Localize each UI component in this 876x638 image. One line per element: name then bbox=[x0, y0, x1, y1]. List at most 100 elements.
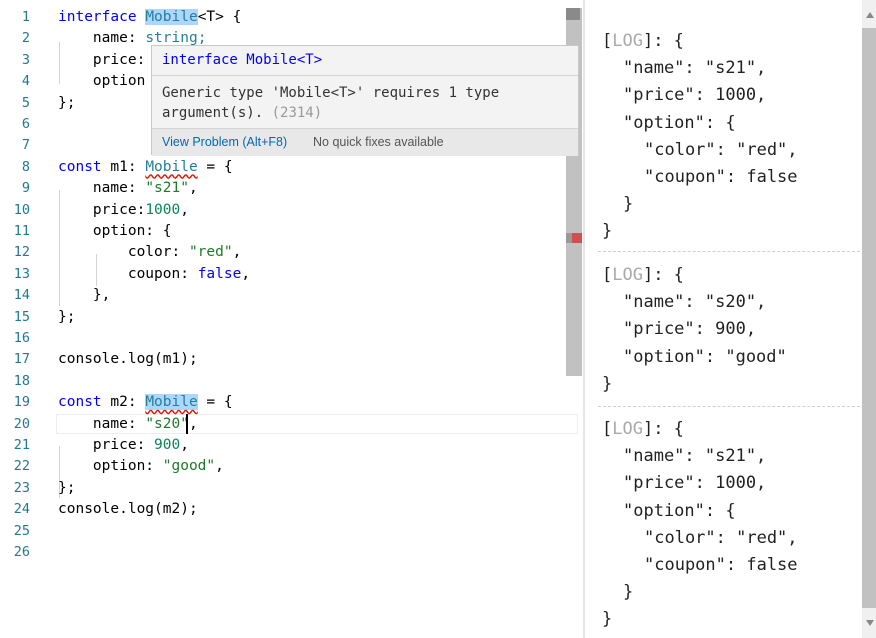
code-line[interactable]: }, bbox=[58, 285, 110, 306]
log-text: "option": "good" bbox=[623, 346, 787, 367]
code-line[interactable]: name: "s20", bbox=[58, 414, 198, 435]
scrollbar-position-marker bbox=[566, 8, 580, 20]
code-line[interactable]: price:1000, bbox=[58, 200, 189, 221]
code-token: name: bbox=[58, 30, 146, 47]
hover-status-bar: View Problem (Alt+F8) No quick fixes ava… bbox=[152, 129, 578, 156]
code-line[interactable]: }; bbox=[58, 478, 75, 499]
code-token: 1000 bbox=[145, 201, 181, 218]
code-token: , bbox=[188, 415, 198, 432]
log-line: "color": "red", bbox=[644, 525, 798, 552]
code-line[interactable]: const m2: Mobile = { bbox=[58, 392, 233, 413]
code-line[interactable]: coupon: false, bbox=[58, 264, 250, 285]
code-token: price: bbox=[58, 437, 155, 453]
code-line[interactable]: interface Mobile<T> { bbox=[58, 7, 241, 28]
code-token: 900 bbox=[154, 437, 181, 453]
log-text: "color": "red", bbox=[644, 139, 798, 160]
line-number: 11 bbox=[13, 223, 30, 239]
log-line: "option": "good" bbox=[623, 344, 787, 371]
log-text: } bbox=[623, 582, 634, 603]
log-line: "coupon": false bbox=[644, 552, 798, 579]
log-level-label: LOG bbox=[612, 265, 643, 285]
hover-error-message: Generic type 'Mobile<T>' requires 1 type… bbox=[162, 83, 562, 123]
log-text: "price": 900, bbox=[623, 319, 757, 340]
line-number: 1 bbox=[21, 9, 30, 25]
code-token: string; bbox=[145, 30, 207, 47]
code-token: option bbox=[58, 73, 146, 90]
code-token: "red" bbox=[188, 244, 233, 261]
code-line[interactable]: const m1: Mobile = { bbox=[58, 157, 233, 178]
code-line[interactable]: name: "s21", bbox=[58, 178, 198, 199]
code-token: <T> { bbox=[197, 9, 242, 25]
log-line: "price": 1000, bbox=[623, 470, 766, 497]
code-token: m1: bbox=[101, 158, 146, 175]
line-number: 21 bbox=[13, 437, 30, 453]
panel-divider[interactable] bbox=[583, 0, 585, 638]
line-number-gutter: 1 2 3 4 5 6 7 8 9 10 11 12 13 14 15 16 17 18 19 20 21 22 23 24 2… bbox=[0, 0, 38, 638]
log-line: "coupon": false bbox=[644, 164, 798, 191]
code-token: = { bbox=[197, 394, 233, 411]
log-text: [ bbox=[602, 31, 613, 51]
code-line[interactable]: console.log(m1); bbox=[58, 349, 198, 370]
log-text: ]: { bbox=[642, 31, 684, 51]
text-cursor bbox=[186, 414, 188, 434]
line-number: 26 bbox=[13, 544, 30, 560]
log-text: "color": "red", bbox=[644, 527, 798, 548]
code-line[interactable]: console.log(m2); bbox=[58, 499, 198, 520]
log-line: "option": { bbox=[623, 110, 736, 137]
code-editor[interactable]: 1 2 3 4 5 6 7 8 9 10 11 12 13 14 15 16 17 18 19 20 21 22 23 24 2… bbox=[0, 0, 582, 638]
code-line[interactable]: }; bbox=[58, 93, 75, 114]
code-token: "good" bbox=[162, 458, 216, 475]
log-text: "name": "s20", bbox=[623, 292, 767, 313]
code-line[interactable]: color: "red", bbox=[58, 242, 242, 263]
scroll-up-arrow-icon[interactable] bbox=[866, 12, 874, 18]
line-number: 7 bbox=[21, 137, 30, 154]
scroll-down-arrow-icon[interactable] bbox=[866, 620, 874, 626]
line-number: 6 bbox=[21, 116, 30, 132]
line-number: 19 bbox=[13, 394, 30, 411]
log-entry-separator bbox=[598, 406, 860, 407]
hover-signature: interface Mobile<T> bbox=[162, 52, 323, 68]
code-token: option: bbox=[58, 458, 163, 475]
log-text: "coupon": false bbox=[644, 555, 798, 575]
code-line[interactable]: option: "good", bbox=[58, 456, 224, 477]
code-token: , bbox=[215, 458, 224, 475]
log-line: "option": { bbox=[623, 498, 736, 525]
log-entry-separator bbox=[598, 251, 860, 252]
log-text: "coupon": false bbox=[644, 167, 798, 187]
no-quick-fixes-label: No quick fixes available bbox=[313, 135, 444, 149]
code-token: coupon: bbox=[58, 265, 198, 282]
code-token: Mobile bbox=[145, 158, 198, 175]
code-token: Mobile bbox=[145, 9, 198, 25]
code-token: = { bbox=[197, 158, 233, 175]
log-scrollbar-thumb[interactable] bbox=[862, 28, 876, 608]
code-token: false bbox=[197, 265, 242, 282]
line-number: 4 bbox=[21, 73, 30, 90]
code-token: price: bbox=[58, 201, 146, 218]
view-problem-link[interactable]: View Problem (Alt+F8) bbox=[162, 135, 287, 149]
hover-divider bbox=[152, 75, 578, 76]
code-token: "s21" bbox=[145, 180, 189, 197]
code-line[interactable]: }; bbox=[58, 307, 75, 328]
log-line: } bbox=[602, 218, 612, 245]
log-line: "name": "s20", bbox=[623, 289, 766, 316]
code-token: }; bbox=[58, 94, 76, 111]
log-text: "option": { bbox=[623, 112, 736, 133]
code-token: price: bbox=[58, 51, 155, 68]
code-token: name: bbox=[58, 180, 146, 197]
error-text: Generic type 'Mobile<T>' requires 1 type… bbox=[162, 85, 508, 121]
log-line: } bbox=[623, 191, 633, 218]
line-number: 14 bbox=[13, 287, 30, 304]
code-line[interactable]: price: 900, bbox=[58, 435, 189, 456]
line-number: 22 bbox=[13, 458, 30, 475]
log-line: } bbox=[602, 371, 612, 398]
console-log-panel: [LOG]: {"name": "s21", "price": 1000, "opt… bbox=[586, 0, 862, 638]
line-number: 3 bbox=[21, 51, 30, 68]
log-text: "name": "s21", bbox=[623, 446, 767, 467]
log-text: } bbox=[623, 194, 634, 215]
code-line[interactable]: price: bbox=[58, 50, 154, 71]
code-line[interactable]: option bbox=[58, 71, 145, 92]
code-token: , bbox=[188, 180, 198, 197]
code-token: option: { bbox=[58, 223, 172, 239]
code-line[interactable]: option: { bbox=[58, 221, 172, 242]
